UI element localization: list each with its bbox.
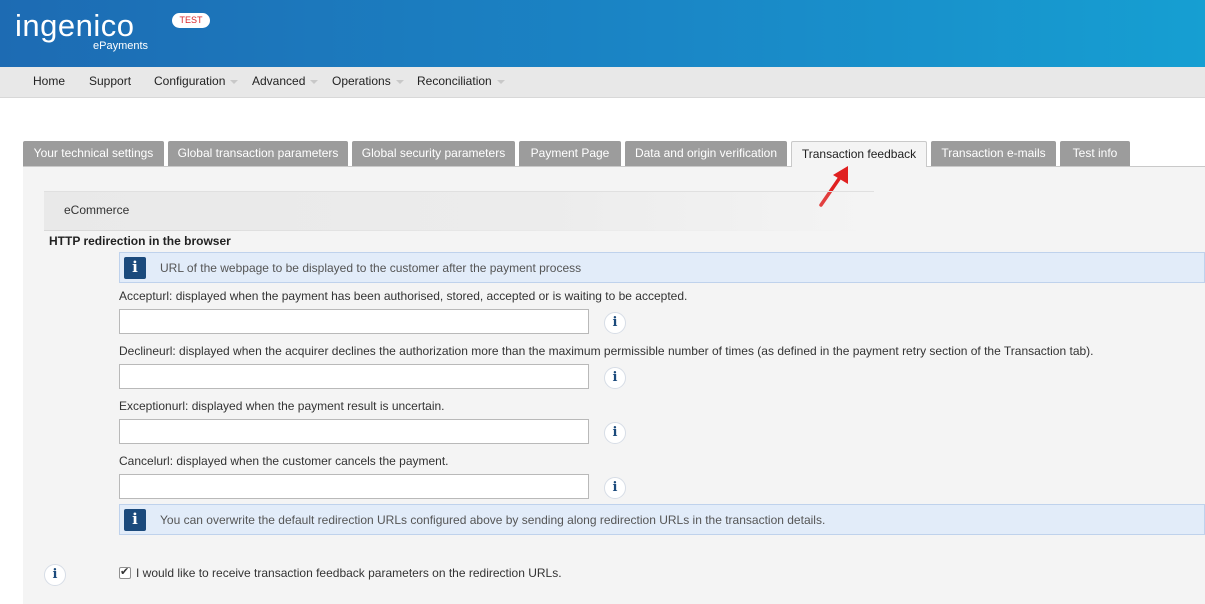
nav-support-label: Support xyxy=(89,74,132,88)
nav-support[interactable]: Support xyxy=(89,67,131,97)
cancelurl-input[interactable] xyxy=(119,474,589,499)
environment-badge: TEST xyxy=(172,13,210,28)
tab-transaction-feedback[interactable]: Transaction feedback xyxy=(791,141,927,167)
nav-operations[interactable]: Operations xyxy=(332,67,404,97)
accepturl-help-icon[interactable]: i xyxy=(604,312,626,334)
tabs-divider xyxy=(23,166,1205,167)
exceptionurl-input[interactable] xyxy=(119,419,589,444)
nav-home-label: Home xyxy=(33,74,66,88)
accepturl-label: Accepturl: displayed when the payment ha… xyxy=(119,289,688,303)
info-icon: i xyxy=(124,509,146,531)
tab-payment-page[interactable]: Payment Page xyxy=(519,141,621,166)
tab-your-technical-settings[interactable]: Your technical settings xyxy=(23,141,164,166)
subheading-http-redirection: HTTP redirection in the browser xyxy=(49,234,231,248)
cancelurl-help-icon[interactable]: i xyxy=(604,477,626,499)
nav-advanced[interactable]: Advanced xyxy=(252,67,319,97)
chevron-down-icon xyxy=(230,79,239,84)
chevron-down-icon xyxy=(496,79,505,84)
nav-home[interactable]: Home xyxy=(33,67,65,97)
nav-reconciliation[interactable]: Reconciliation xyxy=(417,67,505,97)
exceptionurl-help-icon[interactable]: i xyxy=(604,422,626,444)
chevron-down-icon xyxy=(395,79,404,84)
nav-operations-label: Operations xyxy=(332,74,391,88)
feedback-params-checkbox[interactable]: ✔ xyxy=(119,566,131,579)
feedback-params-checkbox-label: I would like to receive transaction feed… xyxy=(136,566,562,580)
nav-reconciliation-label: Reconciliation xyxy=(417,74,492,88)
header-bar: ingenico ePayments TEST xyxy=(0,0,1205,67)
tab-transaction-e-mails[interactable]: Transaction e-mails xyxy=(931,141,1056,166)
section-divider xyxy=(44,230,874,231)
chevron-down-icon xyxy=(310,79,319,84)
ingenico-logo[interactable]: ingenico ePayments xyxy=(15,8,155,56)
declineurl-help-icon[interactable]: i xyxy=(604,367,626,389)
accepturl-input[interactable] xyxy=(119,309,589,334)
tab-global-transaction-parameters[interactable]: Global transaction parameters xyxy=(168,141,348,166)
main-navigation: Home Support Configuration Advanced Oper… xyxy=(0,67,1205,98)
info-banner-text: You can overwrite the default redirectio… xyxy=(160,513,826,527)
cancelurl-label: Cancelurl: displayed when the customer c… xyxy=(119,454,449,468)
declineurl-input[interactable] xyxy=(119,364,589,389)
declineurl-label: Declineurl: displayed when the acquirer … xyxy=(119,344,1094,358)
tab-data-and-origin-verification[interactable]: Data and origin verification xyxy=(625,141,787,166)
info-banner-top: i URL of the webpage to be displayed to … xyxy=(119,252,1205,283)
section-header xyxy=(44,191,874,230)
tab-global-security-parameters[interactable]: Global security parameters xyxy=(352,141,515,166)
tab-test-info[interactable]: Test info xyxy=(1060,141,1130,166)
nav-configuration-label: Configuration xyxy=(154,74,226,88)
exceptionurl-label: Exceptionurl: displayed when the payment… xyxy=(119,399,445,413)
nav-configuration[interactable]: Configuration xyxy=(154,67,239,97)
info-banner-bottom: i You can overwrite the default redirect… xyxy=(119,504,1205,535)
nav-advanced-label: Advanced xyxy=(252,74,306,88)
checkmark-icon: ✔ xyxy=(120,566,130,578)
section-title: eCommerce xyxy=(64,203,130,217)
info-icon: i xyxy=(124,257,146,279)
logo-subtitle: ePayments xyxy=(93,40,149,52)
logo-wordmark: ingenico xyxy=(15,8,135,43)
feedback-params-help-icon[interactable]: i xyxy=(44,564,66,586)
info-banner-text: URL of the webpage to be displayed to th… xyxy=(160,261,582,275)
